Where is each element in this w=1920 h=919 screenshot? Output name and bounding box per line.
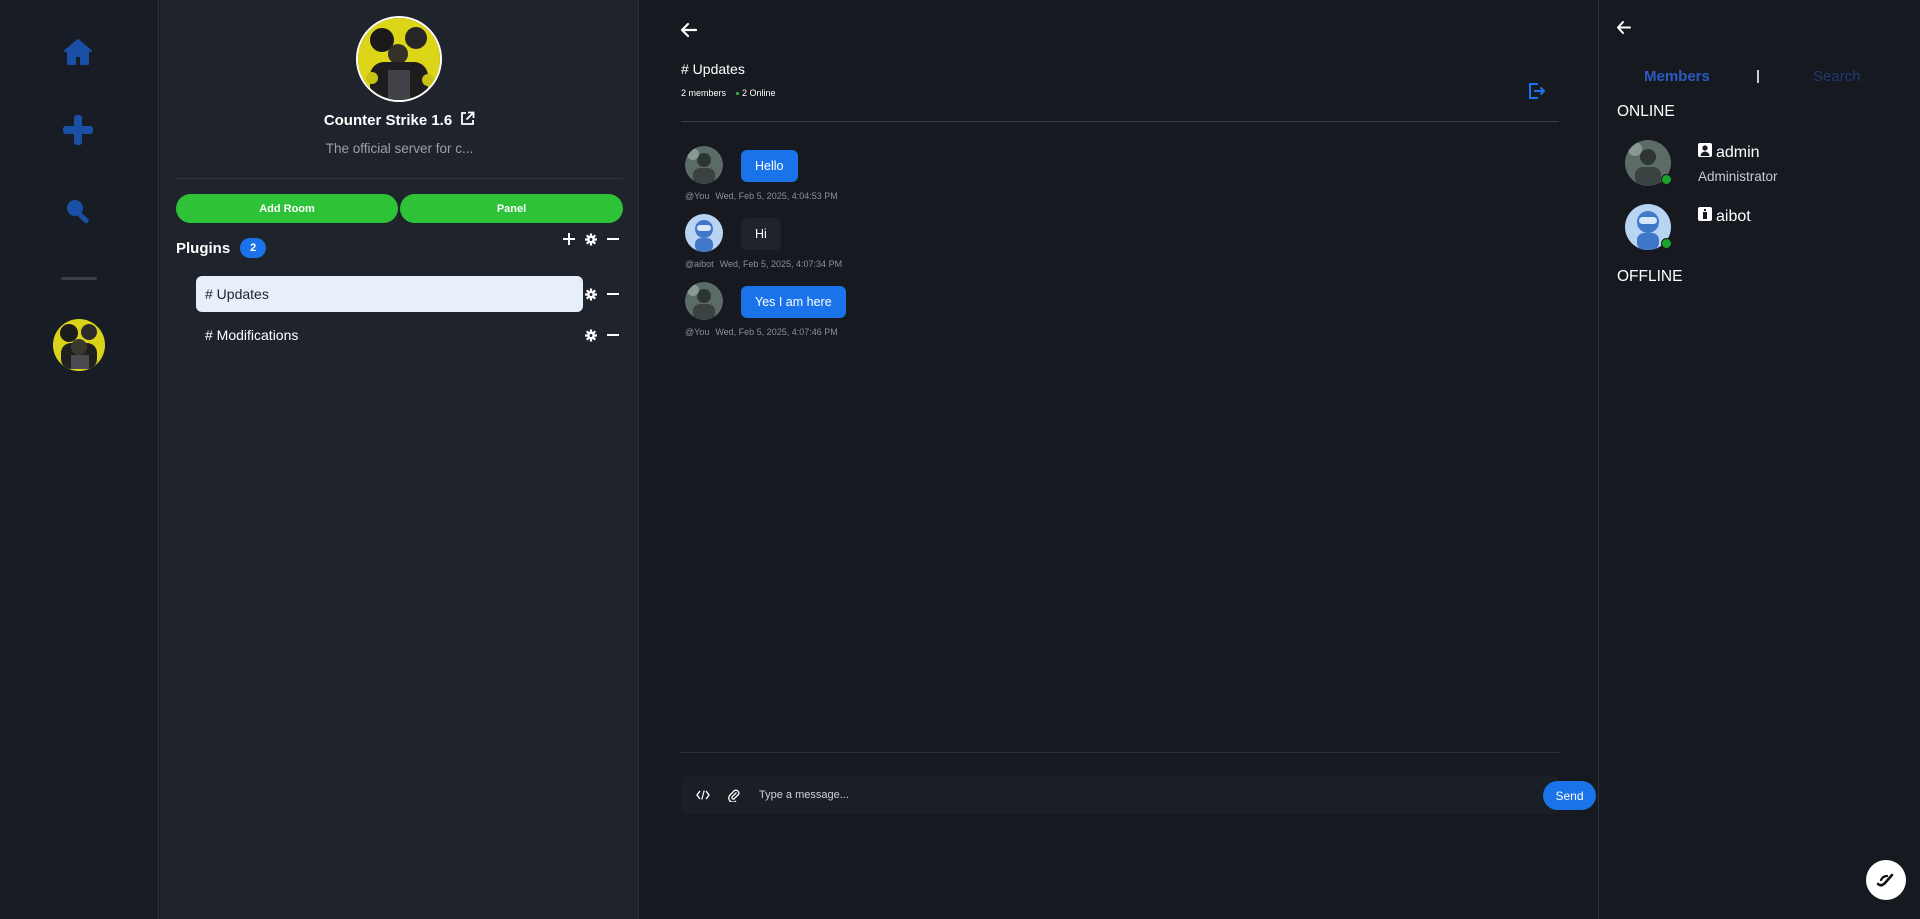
member-name-row: aibot — [1698, 207, 1751, 226]
online-section-label: ONLINE — [1617, 103, 1675, 120]
collapse-icon[interactable] — [607, 232, 619, 246]
server-name-text: Counter Strike 1.6 — [323, 112, 453, 129]
attachment-icon[interactable] — [726, 787, 742, 803]
message-author[interactable]: @aibot — [685, 259, 714, 269]
member-item-admin[interactable]: admin Administrator — [1625, 140, 1905, 190]
server-title: Counter Strike 1.6 — [160, 111, 639, 130]
server-avatar[interactable] — [53, 319, 105, 371]
back-arrow-icon[interactable] — [1616, 20, 1632, 40]
avatar[interactable] — [685, 146, 723, 184]
room-item-updates[interactable]: # Updates — [196, 276, 583, 312]
message-bubble[interactable]: Yes I am here — [741, 286, 846, 318]
room-label: # Updates — [205, 286, 269, 302]
message-meta: @You Wed, Feb 5, 2025, 4:07:46 PM — [685, 327, 838, 337]
rail-divider — [61, 277, 97, 280]
tab-separator — [1757, 70, 1759, 83]
room-meta: 2 members 2 Online — [681, 88, 776, 98]
online-dot — [736, 92, 740, 96]
member-count: 2 members — [681, 88, 727, 98]
count-badge: 2 — [240, 238, 267, 258]
room-tools — [585, 287, 619, 301]
remove-icon[interactable] — [607, 328, 619, 342]
message-composer: Send — [681, 776, 1596, 814]
tab-search[interactable]: Search — [1813, 68, 1861, 85]
server-image — [356, 16, 442, 102]
server-rail — [0, 0, 159, 919]
divider — [681, 752, 1559, 753]
message-bubble[interactable]: Hi — [741, 218, 781, 250]
gear-icon[interactable] — [585, 232, 597, 246]
message-time: Wed, Feb 5, 2025, 4:07:46 PM — [715, 327, 838, 337]
avatar[interactable] — [685, 214, 723, 252]
chat-panel: # Updates 2 members 2 Online Hello @You W… — [640, 0, 1599, 919]
plus-icon[interactable] — [563, 232, 575, 246]
category-header[interactable]: Plugins 2 — [176, 238, 267, 258]
message-author[interactable]: @You — [685, 191, 709, 201]
add-server-icon[interactable] — [60, 112, 96, 148]
room-tools — [585, 328, 619, 342]
send-button[interactable]: Send — [1543, 781, 1596, 810]
room-title: # Updates — [681, 61, 745, 77]
room-item-modifications[interactable]: # Modifications — [196, 317, 583, 353]
message-input[interactable] — [759, 785, 1459, 805]
add-room-button[interactable]: Add Room — [176, 194, 398, 223]
members-tabs: Members Search — [1600, 68, 1920, 88]
message-time: Wed, Feb 5, 2025, 4:04:53 PM — [715, 191, 838, 201]
member-role: Administrator — [1698, 169, 1778, 184]
gear-icon[interactable] — [585, 287, 597, 301]
message-time: Wed, Feb 5, 2025, 4:07:34 PM — [719, 259, 843, 269]
category-title: Plugins — [176, 239, 231, 257]
divider — [681, 121, 1559, 122]
members-panel: Members Search ONLINE admin Administrato… — [1600, 0, 1920, 919]
online-count-wrap: 2 Online — [736, 88, 776, 98]
member-name-row: admin — [1698, 143, 1760, 162]
divider — [176, 178, 623, 179]
room-label: # Modifications — [205, 327, 299, 343]
member-item-aibot[interactable]: aibot — [1625, 204, 1905, 254]
assistant-launcher-icon[interactable] — [1866, 860, 1906, 900]
tab-members[interactable]: Members — [1644, 68, 1710, 85]
message-bubble[interactable]: Hello — [741, 150, 798, 182]
server-description: The official server for c... — [325, 141, 474, 156]
message-meta: @aibot Wed, Feb 5, 2025, 4:07:34 PM — [685, 259, 842, 269]
member-name: aibot — [1716, 207, 1751, 225]
gear-icon[interactable] — [585, 328, 597, 342]
search-icon[interactable] — [60, 193, 96, 229]
message-author[interactable]: @You — [685, 327, 709, 337]
member-name: admin — [1716, 143, 1760, 161]
server-panel: Counter Strike 1.6 The official server f… — [160, 0, 639, 919]
online-status-dot — [1661, 238, 1672, 249]
online-count: 2 Online — [742, 88, 776, 98]
message-meta: @You Wed, Feb 5, 2025, 4:04:53 PM — [685, 191, 838, 201]
home-icon[interactable] — [60, 34, 96, 70]
remove-icon[interactable] — [607, 287, 619, 301]
offline-section-label: OFFLINE — [1617, 268, 1683, 285]
leave-room-icon[interactable] — [1528, 82, 1546, 105]
code-icon[interactable] — [695, 787, 711, 803]
back-arrow-icon[interactable] — [680, 22, 698, 43]
bot-icon — [1698, 207, 1712, 226]
app-root: Counter Strike 1.6 The official server f… — [0, 0, 1920, 919]
panel-button[interactable]: Panel — [400, 194, 623, 223]
category-tools — [563, 232, 619, 246]
user-icon — [1698, 143, 1712, 162]
online-status-dot — [1661, 174, 1672, 185]
avatar[interactable] — [685, 282, 723, 320]
external-link-icon[interactable] — [460, 111, 475, 130]
